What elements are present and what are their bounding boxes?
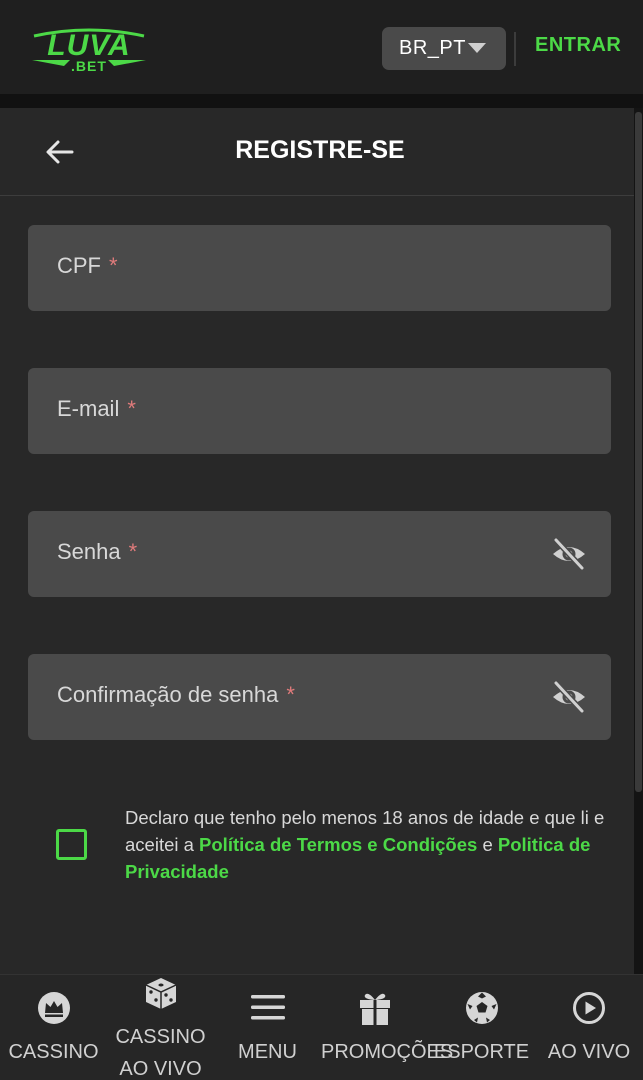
consent-text: Declaro que tenho pelo menos 18 anos de … — [125, 807, 605, 882]
language-selector[interactable]: BR_PT — [382, 27, 506, 70]
panel-header: REGISTRE-SE — [0, 108, 634, 196]
email-field[interactable]: E-mail * — [28, 368, 611, 454]
nav-item-cassino-ao-vivo[interactable]: CASSINO AO VIVO — [107, 975, 214, 1080]
svg-text:.BET: .BET — [71, 58, 107, 74]
nav-label: CASSINO — [8, 1041, 99, 1063]
header-shadow — [0, 94, 643, 108]
age-terms-checkbox[interactable] — [56, 829, 87, 860]
nav-item-ao-vivo[interactable]: AO VIVO — [535, 975, 643, 1080]
gift-icon — [359, 993, 390, 1025]
nav-item-esporte[interactable]: ESPORTE — [428, 975, 535, 1080]
top-bar: LUVA .BET BR_PT ENTRAR — [0, 0, 643, 94]
caret-down-icon — [468, 43, 486, 53]
luva-bet-logo[interactable]: LUVA .BET — [30, 22, 148, 74]
nav-label: AO VIVO — [547, 1041, 631, 1063]
nav-item-promocoes[interactable]: PROMOÇÕES — [321, 975, 454, 1080]
nav-item-cassino[interactable]: CASSINO — [0, 975, 107, 1080]
nav-label: ESPORTE — [433, 1041, 530, 1063]
cpf-label: CPF * — [57, 253, 118, 278]
confirm-password-label: Confirmação de senha * — [57, 682, 295, 707]
soccer-ball-icon — [465, 992, 498, 1024]
email-label: E-mail * — [57, 396, 136, 421]
cpf-field[interactable]: CPF * — [28, 225, 611, 311]
page-title: REGISTRE-SE — [235, 136, 405, 164]
crown-icon — [37, 992, 70, 1024]
terms-link[interactable]: Política de Termos e Condições — [199, 834, 477, 855]
confirm-password-field[interactable]: Confirmação de senha * — [28, 654, 611, 740]
language-value: BR_PT — [399, 37, 466, 59]
header-divider — [514, 32, 516, 66]
dice-icon — [145, 978, 176, 1009]
nav-label: MENU — [238, 1041, 297, 1063]
eye-slash-icon[interactable] — [551, 537, 587, 571]
play-circle-icon — [573, 992, 605, 1024]
nav-label: PROMOÇÕES — [321, 1041, 454, 1063]
password-label: Senha * — [57, 539, 138, 564]
nav-item-menu[interactable]: MENU — [214, 975, 321, 1080]
scrollbar-thumb[interactable] — [635, 112, 642, 792]
eye-slash-icon[interactable] — [551, 680, 587, 714]
password-field[interactable]: Senha * — [28, 511, 611, 597]
hamburger-icon — [250, 995, 285, 1020]
bottom-nav: CASSINO CASSINO AO VIVO MENU PROMOÇÕES E… — [0, 974, 643, 1080]
login-button[interactable]: ENTRAR — [535, 34, 621, 57]
nav-label: CASSINO AO VIVO — [115, 1026, 206, 1080]
